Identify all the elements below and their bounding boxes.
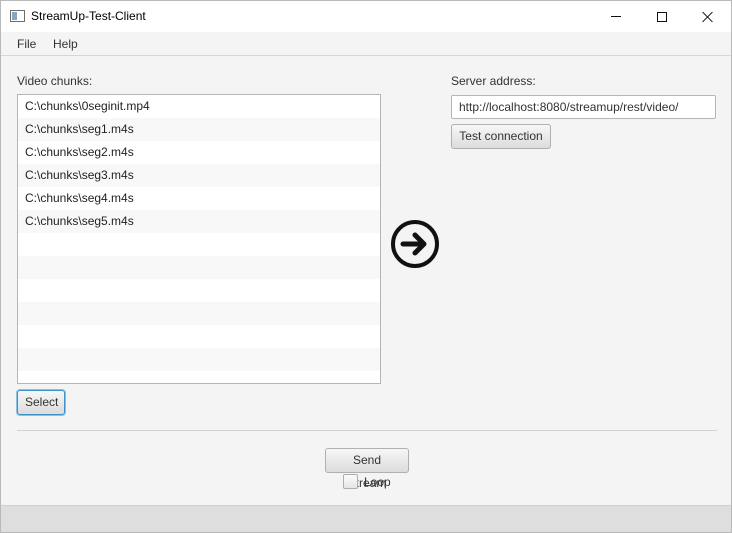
list-item-empty[interactable] [18,279,380,302]
loop-checkbox[interactable] [343,474,358,489]
app-window: StreamUp-Test-Client File Help Video chu… [0,0,732,533]
maximize-button[interactable] [639,1,685,32]
list-item-empty[interactable] [18,348,380,371]
menu-bar: File Help [1,32,731,56]
list-item-empty[interactable] [18,302,380,325]
window-title: StreamUp-Test-Client [31,9,146,23]
list-item-empty[interactable] [18,233,380,256]
title-bar: StreamUp-Test-Client [1,1,731,32]
status-bar [1,505,731,532]
list-item[interactable]: C:\chunks\seg3.m4s [18,164,380,187]
list-item-empty[interactable] [18,256,380,279]
minimize-button[interactable] [593,1,639,32]
send-stream-button[interactable]: Send Stream [325,448,409,490]
menu-file[interactable]: File [17,37,36,51]
list-item-empty[interactable] [18,325,380,348]
close-button[interactable] [685,1,731,32]
test-connection-button[interactable]: Test connection [451,124,551,149]
menu-help[interactable]: Help [53,37,78,51]
list-item[interactable]: C:\chunks\seg5.m4s [18,210,380,233]
list-item[interactable]: C:\chunks\seg2.m4s [18,141,380,164]
video-chunks-list[interactable]: C:\chunks\0seginit.mp4 C:\chunks\seg1.m4… [17,94,381,384]
server-address-input[interactable]: http://localhost:8080/streamup/rest/vide… [451,95,716,119]
divider [17,430,717,431]
list-item[interactable]: C:\chunks\0seginit.mp4 [18,95,380,118]
close-icon [702,11,714,23]
select-button[interactable]: Select [17,390,65,415]
list-item[interactable]: C:\chunks\seg4.m4s [18,187,380,210]
loop-label[interactable]: Loop [364,475,391,489]
circle-arrow-right-icon [391,220,439,268]
video-chunks-label: Video chunks: [17,74,93,88]
minimize-icon [611,16,621,17]
server-address-label: Server address: [451,74,536,88]
maximize-icon [657,11,667,22]
app-icon [10,10,25,22]
list-item[interactable]: C:\chunks\seg1.m4s [18,118,380,141]
